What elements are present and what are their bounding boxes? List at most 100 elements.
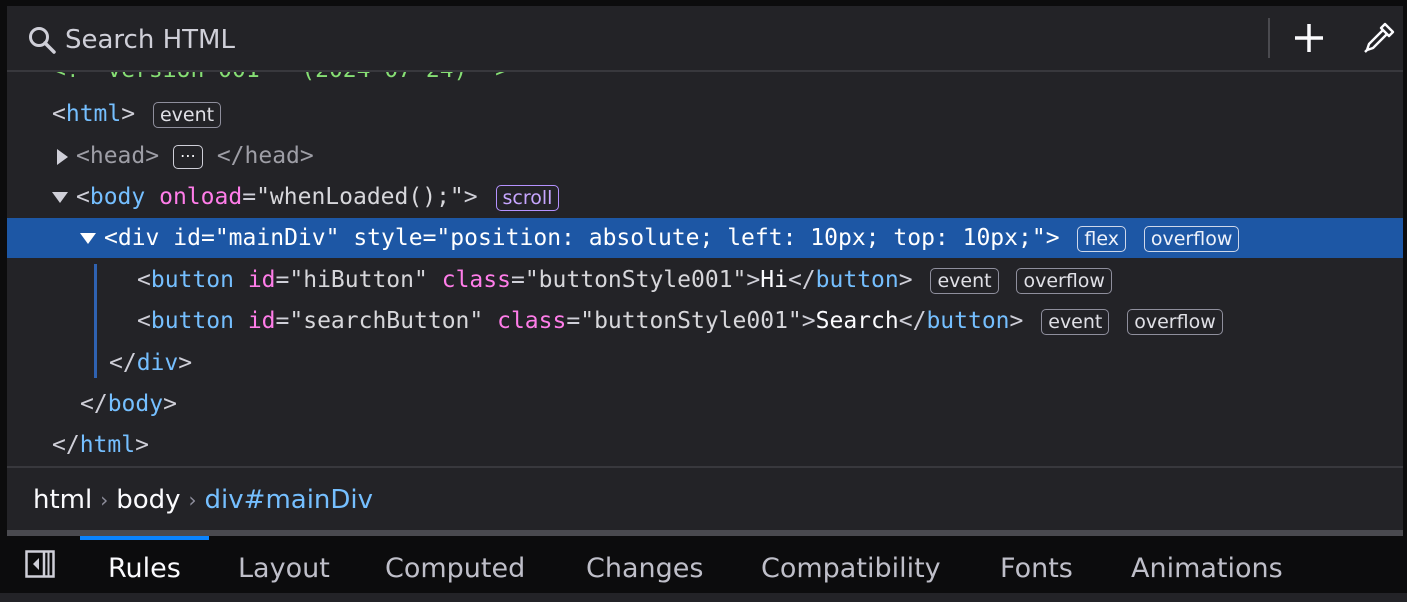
search-icon [29,27,56,54]
eyedropper-icon [1364,22,1395,53]
tag-name: html [79,432,136,458]
event-badge[interactable]: event [1041,308,1110,335]
attr-name: class [441,267,511,293]
attr-value: "position: absolute; left: 10px; top: 10… [436,225,1046,251]
collapsed-children-icon[interactable]: ⋯ [172,144,203,169]
tag-name: div [136,350,179,376]
tree-line-search-button[interactable]: <button id="searchButton" class="buttonS… [7,301,1403,341]
tab-fonts[interactable]: Fonts [1000,536,1073,593]
text-node: Hi [760,267,788,293]
tree-line-body-open[interactable]: <body onload="whenLoaded();"> scroll [7,177,1403,217]
tag-name: button [926,308,1010,334]
event-badge[interactable]: event [152,101,222,128]
attr-value: "searchButton" [289,308,484,334]
punc: > [121,101,136,127]
text-node: Search [815,308,899,334]
attr-name: style [353,225,423,251]
tab-layout[interactable]: Layout [238,536,330,593]
attr-name: id [247,308,276,334]
search-box[interactable] [27,20,465,60]
attr-name: class [497,308,567,334]
breadcrumb: html › body › div#mainDiv [7,466,1403,532]
tag-name: button [815,267,899,293]
punc: < [137,267,151,293]
tab-computed[interactable]: Computed [385,536,525,593]
toolbar-separator [1268,18,1270,58]
overflow-badge[interactable]: overflow [1143,225,1240,252]
html-comment: <!--version 001 - (2024-07-24)--> [52,72,509,83]
punc: < [76,184,90,210]
tree-line-comment[interactable]: <!--version 001 - (2024-07-24)--> [7,72,1403,90]
tab-changes[interactable]: Changes [586,536,703,593]
punc: > [135,432,149,458]
tag-name: html [65,101,122,127]
tree-line-hi-button[interactable]: <button id="hiButton" class="buttonStyle… [7,260,1403,300]
attr-value: "hiButton" [289,267,428,293]
collapse-twisty-icon[interactable] [52,192,68,203]
overflow-badge[interactable]: overflow [1016,267,1112,294]
head-close-tag: </head> [216,143,314,169]
attr-name: id [247,267,276,293]
overflow-badge[interactable]: overflow [1127,308,1223,335]
head-open-tag: <head> [76,143,160,169]
inspector-panel: <!--version 001 - (2024-07-24)--> <html>… [0,0,1407,593]
punc: = [242,184,257,210]
attr-value: "buttonStyle001" [580,308,802,334]
left-border [0,0,7,593]
add-node-button[interactable] [1287,16,1331,60]
expand-twisty-icon[interactable] [57,148,68,165]
punc: > [163,391,177,417]
search-input[interactable] [65,25,465,55]
tree-line-head[interactable]: <head> ⋯ </head> [7,136,1403,176]
tab-animations[interactable]: Animations [1131,536,1283,593]
flex-badge[interactable]: flex [1077,225,1126,252]
tag-name: body [107,391,164,417]
right-border [1403,0,1407,593]
breadcrumb-item-html[interactable]: html [7,485,100,515]
punc: > [801,308,816,334]
attr-name: onload [159,184,243,210]
breadcrumb-item-body[interactable]: body [108,485,188,515]
tree-line-html-close[interactable]: </html> [7,425,1403,465]
punc: </ [109,350,137,376]
punc: > [178,350,193,376]
tag-name: button [150,308,234,334]
attr-value: "buttonStyle001" [524,267,747,293]
tag-name: div [117,225,160,251]
punc: </ [80,391,108,417]
tree-line-div-open-selected[interactable]: <div id="mainDiv" style="position: absol… [7,218,1403,258]
tab-rules[interactable]: Rules [108,536,181,593]
punc: </ [787,267,816,293]
tree-line-div-close[interactable]: </div> [7,343,1403,383]
attr-name: id [173,225,201,251]
tree-line-html-open[interactable]: <html> event [7,94,1403,134]
punc: </ [52,432,80,458]
markup-tree: <!--version 001 - (2024-07-24)--> <html>… [7,72,1403,466]
punc: < [137,308,151,334]
punc: < [104,225,118,251]
tree-line-body-close[interactable]: </body> [7,384,1403,424]
punc: > [463,184,478,210]
scroll-badge[interactable]: scroll [495,184,560,211]
punc: </ [898,308,927,334]
attr-value: "mainDiv" [214,225,340,251]
sidebar-tabs: Rules Layout Computed Changes Compatibil… [7,536,1403,593]
punc: > [746,267,761,293]
attr-value: "whenLoaded();" [256,184,464,210]
punc: > [898,267,913,293]
toggle-sidebar-icon[interactable] [25,550,55,578]
inspector-toolbar [7,6,1403,72]
punc: > [1009,308,1024,334]
event-badge[interactable]: event [930,267,999,294]
breadcrumb-item-div[interactable]: div#mainDiv [197,485,382,515]
punc: < [52,101,66,127]
punc: > [1045,225,1060,251]
tag-name: button [150,267,234,293]
plus-icon [1295,24,1323,52]
color-picker-button[interactable] [1357,16,1401,60]
tag-name: body [89,184,146,210]
tab-compatibility[interactable]: Compatibility [761,536,941,593]
chevron-right-icon: › [100,488,109,512]
collapse-twisty-icon[interactable] [80,233,96,244]
chevron-right-icon: › [188,488,197,512]
